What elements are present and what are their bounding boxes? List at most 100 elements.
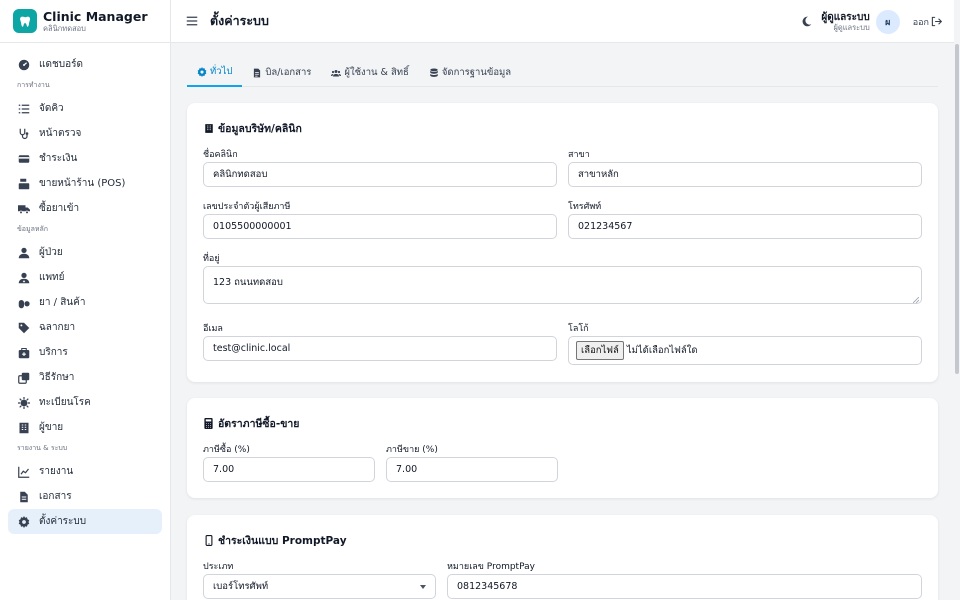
stethoscope-icon xyxy=(18,128,30,140)
promptpay-number-input[interactable]: 0812345678 xyxy=(447,574,922,599)
sidebar-item-queue[interactable]: จัดคิว xyxy=(8,96,162,121)
users-icon xyxy=(331,68,342,78)
chart-line-icon xyxy=(18,466,30,478)
settings-tabs: ทั่วไป บิล/เอกสาร ผู้ใช้งาน & สิทธิ์ จัด… xyxy=(187,58,938,87)
tag-icon xyxy=(18,322,30,334)
address-textarea[interactable]: 123 ถนนทดสอบ xyxy=(203,266,922,304)
tab-general[interactable]: ทั่วไป xyxy=(187,58,243,87)
logout-button[interactable]: ออก xyxy=(913,15,942,29)
top-header: ตั้งค่าระบบ ผู้ดูแลระบบ ผู้ดูแลระบบ ผ ออ… xyxy=(171,0,960,43)
purchase-tax-input[interactable]: 7.00 xyxy=(203,457,375,482)
logo-file-input: เลือกไฟล์ ไม่ได้เลือกไฟล์ใด xyxy=(568,336,922,365)
sales-tax-label: ภาษีขาย (%) xyxy=(386,445,438,455)
sidebar-item-labels[interactable]: ฉลากยา xyxy=(8,315,162,340)
pills-icon xyxy=(18,297,30,309)
address-value: 123 ถนนทดสอบ xyxy=(213,277,283,288)
card-title: ชำระเงินแบบ PromptPay xyxy=(203,532,347,549)
card-title: อัตราภาษีซื้อ-ขาย xyxy=(203,415,299,432)
sidebar: Clinic Manager คลินิกทดสอบ แดชบอร์ด การท… xyxy=(0,0,171,600)
moon-icon[interactable] xyxy=(800,16,812,28)
brand[interactable]: Clinic Manager คลินิกทดสอบ xyxy=(0,0,170,43)
email-input[interactable]: test@clinic.local xyxy=(203,336,557,361)
sidebar-item-label: เอกสาร xyxy=(39,491,72,502)
gear-icon xyxy=(197,66,207,77)
sidebar-item-label: จัดคิว xyxy=(39,103,64,114)
sidebar-item-exam[interactable]: หน้าตรวจ xyxy=(8,121,162,146)
sidebar-item-label: แดชบอร์ด xyxy=(39,59,83,70)
sidebar-item-label: ซื้อยาเข้า xyxy=(39,203,80,214)
sidebar-item-payment[interactable]: ชำระเงิน xyxy=(8,146,162,171)
phone-label: โทรศัพท์ xyxy=(568,202,602,212)
page-title: ตั้งค่าระบบ xyxy=(210,13,269,28)
tab-label: ผู้ใช้งาน & สิทธิ์ xyxy=(344,67,409,78)
sidebar-item-doctors[interactable]: แพทย์ xyxy=(8,265,162,290)
cash-register-icon xyxy=(18,178,30,190)
tab-database[interactable]: จัดการฐานข้อมูล xyxy=(419,58,521,87)
mobile-icon xyxy=(203,535,214,546)
sidebar-item-vendors[interactable]: ผู้ขาย xyxy=(8,415,162,440)
calculator-icon xyxy=(203,418,214,429)
tab-billing[interactable]: บิล/เอกสาร xyxy=(242,58,321,87)
logout-label: ออก xyxy=(912,17,929,28)
clinic-name-label: ชื่อคลินิก xyxy=(203,150,238,160)
sidebar-item-pos[interactable]: ขายหน้าร้าน (POS) xyxy=(8,171,162,196)
sidebar-item-diseases[interactable]: ทะเบียนโรค xyxy=(8,390,162,415)
sales-tax-input[interactable]: 7.00 xyxy=(386,457,558,482)
sidebar-item-label: ทะเบียนโรค xyxy=(39,397,91,408)
card-title-text: อัตราภาษีซื้อ-ขาย xyxy=(218,418,300,430)
card-title: ข้อมูลบริษัท/คลินิก xyxy=(203,120,302,137)
card-title-text: ข้อมูลบริษัท/คลินิก xyxy=(218,123,302,135)
tax-rate-card: อัตราภาษีซื้อ-ขาย ภาษีซื้อ (%) 7.00 ภาษี… xyxy=(187,398,938,498)
tax-id-input[interactable]: 0105500000001 xyxy=(203,214,557,239)
hamburger-menu-icon[interactable] xyxy=(186,15,198,27)
sidebar-item-label: แพทย์ xyxy=(39,272,65,283)
building-icon xyxy=(18,422,30,434)
sidebar-item-documents[interactable]: เอกสาร xyxy=(8,484,162,509)
promptpay-type-select[interactable]: เบอร์โทรศัพท์ xyxy=(203,574,436,599)
sidebar-item-treatments[interactable]: วิธีรักษา xyxy=(8,365,162,390)
sidebar-item-label: รายงาน xyxy=(39,466,74,477)
file-status: ไม่ได้เลือกไฟล์ใด xyxy=(626,345,698,356)
sidebar-item-patients[interactable]: ผู้ป่วย xyxy=(8,240,162,265)
sidebar-item-label: ยา / สินค้า xyxy=(39,297,86,308)
file-invoice-icon xyxy=(252,68,262,78)
tab-label: บิล/เอกสาร xyxy=(265,67,312,78)
dashboard-icon xyxy=(18,59,30,71)
sidebar-item-products[interactable]: ยา / สินค้า xyxy=(8,290,162,315)
sidebar-item-label: ตั้งค่าระบบ xyxy=(39,516,87,527)
doctor-icon xyxy=(18,272,30,284)
avatar[interactable]: ผ xyxy=(875,9,900,34)
select-value: เบอร์โทรศัพท์ xyxy=(213,581,269,592)
sidebar-item-label: ขายหน้าร้าน (POS) xyxy=(39,178,126,189)
sidebar-item-reports[interactable]: รายงาน xyxy=(8,459,162,484)
user-icon xyxy=(18,247,30,259)
tax-id-label: เลขประจำตัวผู้เสียภาษี xyxy=(203,202,291,212)
sidebar-item-dashboard[interactable]: แดชบอร์ด xyxy=(8,52,162,77)
scrollbar-thumb[interactable] xyxy=(955,44,959,374)
user-info: ผู้ดูแลระบบ ผู้ดูแลระบบ xyxy=(821,12,869,32)
choose-file-button[interactable]: เลือกไฟล์ xyxy=(576,341,624,360)
company-info-card: ข้อมูลบริษัท/คลินิก ชื่อคลินิก คลินิกทดส… xyxy=(187,103,938,382)
sidebar-item-label: ชำระเงิน xyxy=(39,153,78,164)
resize-grip-icon[interactable] xyxy=(912,295,920,304)
card-title-text: ชำระเงินแบบ PromptPay xyxy=(218,535,347,547)
clinic-name-input[interactable]: คลินิกทดสอบ xyxy=(203,162,557,187)
promptpay-type-label: ประเภท xyxy=(203,562,234,572)
user-name: ผู้ดูแลระบบ xyxy=(821,11,870,23)
medkit-icon xyxy=(18,347,30,359)
page-scrollbar[interactable] xyxy=(954,0,960,600)
queue-list-icon xyxy=(18,103,30,115)
tooth-logo-icon xyxy=(13,9,37,33)
tab-users[interactable]: ผู้ใช้งาน & สิทธิ์ xyxy=(321,58,418,87)
clone-icon xyxy=(18,372,30,384)
tab-label: จัดการฐานข้อมูล xyxy=(441,67,512,78)
sidebar-item-purchase[interactable]: ซื้อยาเข้า xyxy=(8,196,162,221)
sidebar-item-settings[interactable]: ตั้งค่าระบบ xyxy=(8,509,162,534)
sidebar-item-services[interactable]: บริการ xyxy=(8,340,162,365)
sidebar-item-label: ฉลากยา xyxy=(39,322,76,333)
branch-input[interactable]: สาขาหลัก xyxy=(568,162,922,187)
virus-icon xyxy=(18,396,30,409)
phone-input[interactable]: 021234567 xyxy=(568,214,922,239)
sidebar-item-label: วิธีรักษา xyxy=(39,372,75,383)
branch-label: สาขา xyxy=(568,150,590,160)
